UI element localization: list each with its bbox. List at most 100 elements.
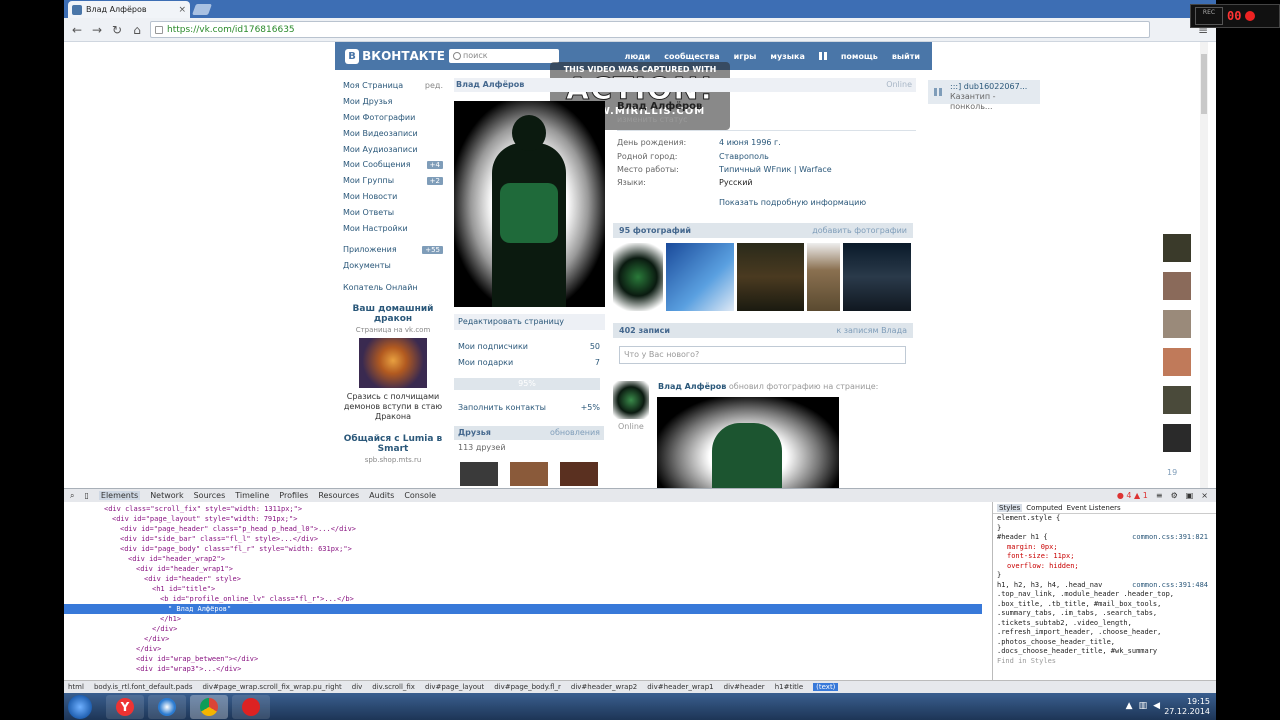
vk-logo[interactable]: В ВКОНТАКТЕ — [345, 48, 445, 64]
menu-item[interactable]: Мои Друзья — [343, 94, 443, 110]
dom-line[interactable]: <div id="header" style> — [144, 574, 241, 584]
search-icon[interactable]: ⌕ — [70, 491, 74, 501]
address-bar[interactable]: https://vk.com/id176816635 — [150, 21, 1150, 38]
dom-line-selected[interactable]: " Влад Алфёров" — [64, 604, 982, 614]
menu-item[interactable]: Мои Видеозаписи — [343, 125, 443, 141]
dom-line[interactable]: <div id="page_layout" style="width: 791p… — [112, 514, 297, 524]
profile-avatar[interactable] — [454, 101, 605, 307]
ad-title[interactable]: Ваш домашний дракон — [343, 304, 443, 324]
menu-item[interactable]: Мои Сообщения +4 — [343, 157, 443, 173]
side-avatar[interactable] — [1163, 348, 1191, 376]
info-value[interactable]: 4 июня 1996 г. — [719, 138, 781, 147]
tab-profiles[interactable]: Profiles — [279, 491, 308, 500]
crumb[interactable]: html — [68, 683, 84, 691]
dom-line[interactable]: <div id="wrap_between"></div> — [136, 654, 258, 664]
home-icon[interactable]: ⌂ — [130, 23, 144, 37]
style-property[interactable]: overflow: hidden; — [993, 562, 1216, 572]
forward-arrow-icon[interactable]: → — [90, 23, 104, 37]
menu-item[interactable]: Копатель Онлайн — [343, 280, 443, 296]
menu-item[interactable]: Мои Группы +2 — [343, 173, 443, 189]
new-tab-button[interactable] — [191, 4, 213, 15]
photo-thumb[interactable] — [737, 243, 804, 311]
tab-styles[interactable]: Styles — [997, 503, 1023, 512]
menu-extra[interactable]: ред. — [425, 81, 443, 90]
start-button[interactable] — [68, 695, 92, 719]
find-in-styles-input[interactable]: Find in Styles — [993, 657, 1216, 667]
gifts-link[interactable]: Мои подарки 7 — [458, 358, 600, 367]
post-author[interactable]: Влад Алфёров — [658, 382, 726, 391]
dom-line[interactable]: </div> — [144, 634, 169, 644]
menu-item[interactable]: Документы — [343, 258, 443, 274]
dom-line[interactable]: <div id="side_bar" class="fl_l" style>..… — [120, 534, 318, 544]
post-image[interactable] — [657, 397, 839, 488]
style-line[interactable]: element.style { — [993, 514, 1216, 524]
edit-page-button[interactable]: Редактировать страницу — [454, 314, 605, 330]
recorder-widget[interactable]: REC 00 — [1190, 4, 1280, 28]
taskbar-recorder[interactable] — [232, 695, 270, 719]
dom-line[interactable]: <div id="header_wrap1"> — [136, 564, 233, 574]
taskbar-yandex[interactable]: Y — [106, 695, 144, 719]
pause-icon[interactable] — [818, 52, 827, 60]
tab-event-listeners[interactable]: Event Listeners — [1067, 504, 1121, 512]
taskbar-chrome[interactable] — [190, 695, 228, 719]
fill-contacts-link[interactable]: Заполнить контакты +5% — [458, 403, 600, 412]
followers-link[interactable]: Мои подписчики 50 — [458, 342, 600, 351]
nav-help[interactable]: помощь — [841, 52, 878, 61]
friend-thumb[interactable] — [510, 462, 548, 486]
menu-item[interactable]: Мои Новости — [343, 189, 443, 205]
friends-header[interactable]: Друзья обновления — [454, 426, 604, 440]
nav-logout[interactable]: выйти — [892, 52, 920, 61]
photos-header[interactable]: 95 фотографий добавить фотографии — [613, 223, 913, 238]
friend-thumb[interactable] — [560, 462, 598, 486]
scroll-thumb[interactable] — [1201, 54, 1207, 114]
more-info-link[interactable]: Показать подробную информацию — [719, 198, 866, 207]
style-line[interactable]: .top_nav_link, .module_header .header_to… — [993, 590, 1216, 600]
style-line[interactable]: .photos_choose_header_title, — [993, 638, 1216, 648]
close-icon[interactable]: × — [1201, 491, 1208, 500]
dom-line[interactable]: <div id="header_wrap2"> — [128, 554, 225, 564]
nav-music[interactable]: музыка — [770, 52, 804, 61]
back-arrow-icon[interactable]: ← — [70, 23, 84, 37]
crumb-selected[interactable]: (text) — [813, 683, 839, 691]
menu-item[interactable]: Мои Настройки — [343, 220, 443, 236]
menu-item[interactable]: Мои Аудиозаписи — [343, 141, 443, 157]
menu-item[interactable]: Приложения +55 — [343, 242, 443, 258]
dom-line[interactable]: <div id="wrap3">...</div> — [136, 664, 241, 674]
wall-header[interactable]: 402 записи к записям Влада — [613, 323, 913, 338]
info-value[interactable]: Ставрополь — [719, 152, 769, 161]
tab-timeline[interactable]: Timeline — [235, 491, 269, 500]
tab-computed[interactable]: Computed — [1026, 504, 1062, 512]
side-avatar[interactable] — [1163, 234, 1191, 262]
info-value[interactable]: Типичный WFпик | Warface — [719, 165, 832, 174]
crumb[interactable]: div#page_layout — [425, 683, 484, 691]
wall-post-input[interactable]: Что у Вас нового? — [619, 346, 906, 364]
dom-line[interactable]: <div id="page_header" class="p_head p_he… — [120, 524, 356, 534]
wall-filter-link[interactable]: к записям Влада — [836, 323, 907, 338]
nav-games[interactable]: игры — [734, 52, 757, 61]
status-edit-link[interactable]: изменить статус — [617, 115, 916, 131]
console-toggle-icon[interactable]: ≡ — [1156, 491, 1163, 500]
dom-line[interactable]: </div> — [152, 624, 177, 634]
menu-item[interactable]: Мои Фотографии — [343, 110, 443, 126]
browser-tab[interactable]: Влад Алфёров × — [68, 1, 190, 18]
photo-thumb[interactable] — [613, 243, 663, 311]
crumb[interactable]: div#page_body.fl_r — [494, 683, 561, 691]
pause-icon[interactable] — [934, 88, 942, 96]
friends-updates-link[interactable]: обновления — [550, 426, 600, 440]
clock[interactable]: 19:15 27.12.2014 — [1164, 697, 1210, 717]
dom-line[interactable]: <h1 id="title"> — [152, 584, 215, 594]
tab-sources[interactable]: Sources — [194, 491, 226, 500]
tab-audits[interactable]: Audits — [369, 491, 394, 500]
network-icon[interactable]: ▥ — [1139, 701, 1148, 711]
taskbar-app[interactable] — [148, 695, 186, 719]
audio-player[interactable]: :::] dub16022067... Казантип - понколь..… — [928, 80, 1040, 111]
tab-console[interactable]: Console — [404, 491, 436, 500]
style-line[interactable]: .box_title, .tb_title, #mail_box_tools, — [993, 600, 1216, 610]
style-line[interactable]: .docs_choose_header_title, #wk_summary — [993, 647, 1216, 657]
dom-line[interactable]: <div class="scroll_fix" style="width: 13… — [104, 504, 302, 514]
style-line[interactable]: .summary_tabs, .im_tabs, .search_tabs, — [993, 609, 1216, 619]
tab-resources[interactable]: Resources — [318, 491, 359, 500]
crumb[interactable]: h1#title — [775, 683, 803, 691]
dom-line[interactable]: </div> — [136, 644, 161, 654]
style-property[interactable]: margin: 0px; — [993, 543, 1216, 553]
